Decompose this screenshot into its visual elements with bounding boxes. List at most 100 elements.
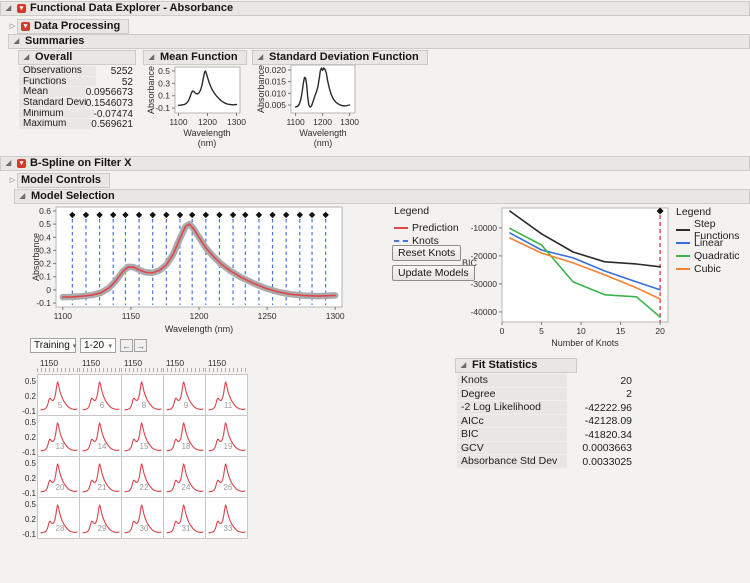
y-tick-label: 0.020: [265, 65, 287, 75]
overall-stat-value: 0.569621: [91, 119, 133, 131]
legend-swatch: [394, 226, 408, 229]
function-cell-9[interactable]: 9: [163, 374, 206, 416]
function-id-label: 13: [56, 442, 65, 451]
disclosure-collapsed-icon[interactable]: ▷: [8, 176, 17, 184]
overall-stat-label: Observations: [19, 66, 96, 77]
training-validation-select[interactable]: Training ▾: [30, 338, 76, 353]
function-id-label: 15: [140, 442, 149, 451]
x-tick-label: 1200: [198, 117, 217, 127]
outline-header-summaries[interactable]: ◢ Summaries: [8, 33, 750, 49]
outline-header-bspline[interactable]: ◢ ▾ B-Spline on Filter X: [0, 155, 750, 171]
disclosure-collapsed-icon[interactable]: ▷: [8, 22, 17, 30]
function-cell-11[interactable]: 11: [205, 374, 248, 416]
function-cell-18[interactable]: 18: [163, 415, 206, 457]
grid-row-tick-label: -0.1: [22, 530, 36, 539]
disclosure-expanded-icon[interactable]: ◢: [4, 159, 13, 167]
y-tick-label: -0.1: [155, 103, 170, 113]
disclosure-expanded-icon[interactable]: ◢: [147, 53, 156, 61]
function-cell-6[interactable]: 6: [79, 374, 122, 416]
section-title: B-Spline on Filter X: [30, 157, 132, 169]
function-cell-8[interactable]: 8: [121, 374, 164, 416]
outline-header-model-controls[interactable]: Model Controls: [17, 172, 111, 188]
disclosure-expanded-icon[interactable]: ◢: [12, 37, 21, 45]
x-tick-label: 15: [616, 326, 626, 336]
function-cell-26[interactable]: 26: [205, 456, 248, 498]
function-cell-22[interactable]: 22: [121, 456, 164, 498]
function-cell-24[interactable]: 24: [163, 456, 206, 498]
x-axis-label: Wavelength (nm): [165, 324, 233, 334]
function-id-label: 6: [100, 401, 105, 410]
function-cell-5[interactable]: 5: [37, 374, 80, 416]
function-cell-28[interactable]: 28: [37, 497, 80, 539]
update-models-button[interactable]: Update Models: [392, 265, 475, 281]
x-axis-label: Wavelength: [299, 128, 346, 138]
next-page-button[interactable]: →: [134, 339, 147, 352]
function-range-select[interactable]: 1-20 ▾: [80, 338, 116, 353]
mean-function-plot: 1100 1200 1300 0.5 0.3 0.1 -0.1 Absorbance Wavel…: [146, 62, 250, 148]
fit-stat-value: -42128.09: [584, 415, 632, 428]
fit-stat-row: BIC -41820.34: [457, 428, 635, 442]
fit-stat-label: Absorbance Std Dev: [457, 455, 567, 469]
x-tick-label: 1200: [313, 117, 332, 127]
plot-frame: [174, 66, 241, 114]
y-axis-label: Absorbance: [32, 233, 41, 281]
fit-stat-value: 2: [626, 388, 632, 401]
reset-knots-button[interactable]: Reset Knots: [392, 245, 462, 261]
grid-ruler-ticks: [163, 368, 205, 372]
grid-column-tick-label: 1150: [39, 358, 59, 368]
y-tick-label: -40000: [471, 307, 498, 317]
overall-stat-value: 0.1546073: [85, 97, 133, 109]
legend-label: Prediction: [412, 221, 459, 234]
function-id-label: 24: [182, 483, 191, 492]
function-cell-21[interactable]: 21: [79, 456, 122, 498]
y-tick-label: 0.6: [39, 206, 51, 216]
function-cell-29[interactable]: 29: [79, 497, 122, 539]
fit-statistics-table: Knots 20 Degree 2 -2 Log Likelihood -42222.96…: [457, 374, 635, 469]
x-tick-label: 0: [500, 326, 505, 336]
function-cell-15[interactable]: 15: [121, 415, 164, 457]
function-cell-19[interactable]: 19: [205, 415, 248, 457]
function-id-label: 11: [224, 401, 233, 410]
previous-page-button[interactable]: ←: [120, 339, 133, 352]
function-cell-33[interactable]: 33: [205, 497, 248, 539]
sd-function-plot: 1100 1200 1300 0.020 0.015 0.010 0.005 Absorban…: [256, 62, 380, 148]
model-selection-plot[interactable]: 1100 1150 1200 1250 1300 0.6 0.5 0.4 0.3 0.2 0.1 0-…: [32, 201, 350, 347]
function-cell-20[interactable]: 20: [37, 456, 80, 498]
legend-swatch: [394, 239, 408, 242]
function-cell-14[interactable]: 14: [79, 415, 122, 457]
grid-ruler-ticks: [79, 368, 121, 372]
grid-column-tick-label: 1150: [81, 358, 101, 368]
y-tick-label: 0.5: [158, 66, 170, 76]
y-tick-label: 0: [46, 285, 51, 295]
red-triangle-menu-icon[interactable]: ▾: [17, 3, 26, 13]
fit-stat-label: AICc: [457, 414, 567, 428]
red-triangle-menu-icon[interactable]: ▾: [17, 158, 26, 168]
disclosure-expanded-icon[interactable]: ◢: [18, 192, 27, 200]
function-id-label: 20: [56, 483, 65, 492]
disclosure-expanded-icon[interactable]: ◢: [22, 53, 31, 61]
function-cell-13[interactable]: 13: [37, 415, 80, 457]
disclosure-expanded-icon[interactable]: ◢: [256, 53, 265, 61]
model-plot-legend: Legend Prediction Knots: [394, 205, 504, 247]
outline-header-data-processing[interactable]: ▾ Data Processing: [17, 18, 130, 34]
legend-label: Linear: [694, 236, 724, 249]
disclosure-expanded-icon[interactable]: ◢: [4, 4, 13, 12]
x-tick-label: 1100: [169, 117, 188, 127]
x-tick-label: 1250: [258, 311, 277, 321]
red-triangle-menu-icon[interactable]: ▾: [21, 21, 30, 31]
fit-stat-row: Degree 2: [457, 387, 635, 401]
outline-header-overall[interactable]: ◢ Overall: [18, 49, 136, 65]
function-id-label: 22: [140, 483, 149, 492]
fit-stat-label: Degree: [457, 387, 567, 401]
x-tick-label: 1200: [190, 311, 209, 321]
function-id-label: 9: [184, 401, 189, 410]
function-cell-31[interactable]: 31: [163, 497, 206, 539]
fit-stat-value: 0.0003663: [582, 442, 632, 455]
outline-header-fde[interactable]: ◢ ▾ Functional Data Explorer - Absorbanc…: [0, 0, 750, 16]
section-title: Summaries: [25, 35, 85, 47]
disclosure-expanded-icon[interactable]: ◢: [459, 361, 468, 369]
section-title: Fit Statistics: [472, 359, 538, 371]
outline-header-fit-statistics[interactable]: ◢ Fit Statistics: [455, 357, 577, 373]
jmp-report-window: ◢ ▾ Functional Data Explorer - Absorbanc…: [0, 0, 750, 583]
function-cell-30[interactable]: 30: [121, 497, 164, 539]
